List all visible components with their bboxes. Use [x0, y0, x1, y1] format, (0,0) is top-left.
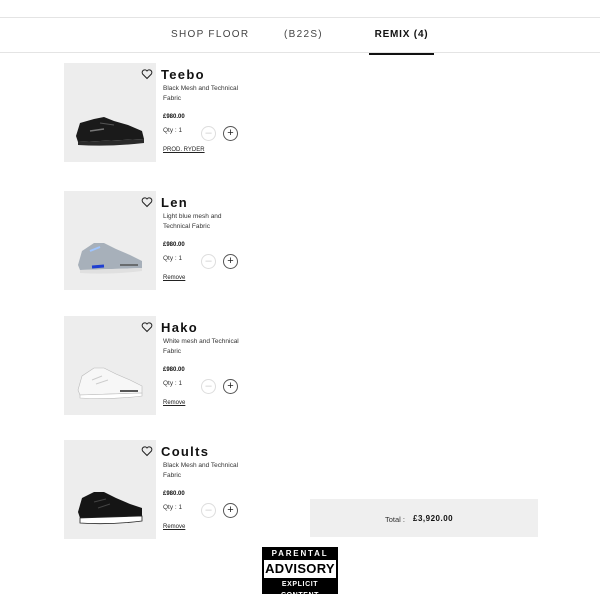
- decrease-quantity-button[interactable]: –: [201, 503, 216, 518]
- product-price: £980.00: [163, 491, 185, 497]
- product-description: Light blue mesh and Technical Fabric: [163, 213, 222, 230]
- heart-icon[interactable]: [141, 444, 153, 457]
- product-name: Len: [161, 195, 189, 210]
- producer-link[interactable]: PROD. RYDER: [163, 147, 205, 153]
- product-description: White mesh and Technical Fabric: [163, 338, 239, 355]
- product-price: £980.00: [163, 367, 185, 373]
- tab-remix[interactable]: REMIX (4): [369, 18, 434, 55]
- remove-link[interactable]: Remove: [163, 275, 185, 281]
- quantity-label: Qty : 1: [163, 380, 183, 387]
- decrease-quantity-button[interactable]: –: [201, 379, 216, 394]
- remove-link[interactable]: Remove: [163, 400, 185, 406]
- product-name: Hako: [161, 320, 198, 335]
- advisory-middle-text: ADVISORY: [264, 560, 336, 578]
- increase-quantity-button[interactable]: +: [223, 503, 238, 518]
- sneaker-image: [78, 492, 143, 525]
- increase-quantity-button[interactable]: +: [223, 379, 238, 394]
- decrease-quantity-button[interactable]: –: [201, 254, 216, 269]
- tab-shop-floor[interactable]: SHOP FLOOR: [171, 18, 249, 53]
- quantity-label: Qty : 1: [163, 255, 183, 262]
- advisory-top-text: PARENTAL: [271, 549, 329, 558]
- order-total: Total : £3,920.00: [310, 499, 538, 537]
- decrease-quantity-button[interactable]: –: [201, 126, 216, 141]
- product-name: Teebo: [161, 67, 205, 82]
- cart-item: Teebo Black Mesh and Technical Fabric £9…: [64, 63, 364, 163]
- parental-advisory-logo: PARENTAL ADVISORY EXPLICIT CONTENT: [262, 547, 338, 599]
- increase-quantity-button[interactable]: +: [223, 126, 238, 141]
- quantity-label: Qty : 1: [163, 127, 183, 134]
- product-description: Black Mesh and Technical Fabric: [163, 462, 239, 479]
- sneaker-image: [78, 243, 142, 274]
- top-navigation: SHOP FLOOR (B22S) REMIX (4): [0, 17, 600, 55]
- advisory-bottom-text: EXPLICIT CONTENT: [280, 581, 320, 599]
- sneaker-image: [77, 367, 143, 399]
- heart-icon[interactable]: [141, 195, 153, 208]
- remove-link[interactable]: Remove: [163, 524, 185, 530]
- product-name: Coults: [161, 444, 210, 459]
- cart-item: Hako White mesh and Technical Fabric £98…: [64, 316, 364, 416]
- product-price: £980.00: [163, 242, 185, 248]
- product-description: Black Mesh and Technical Fabric: [163, 85, 239, 102]
- tab-b22s[interactable]: (B22S): [284, 18, 323, 53]
- heart-icon[interactable]: [141, 320, 153, 333]
- total-value: £3,920.00: [413, 514, 454, 523]
- total-label: Total :: [385, 515, 406, 524]
- heart-icon[interactable]: [141, 67, 153, 80]
- cart-item: Len Light blue mesh and Technical Fabric…: [64, 191, 364, 291]
- quantity-label: Qty : 1: [163, 504, 183, 511]
- sneaker-image: [76, 117, 144, 146]
- product-price: £980.00: [163, 114, 185, 120]
- increase-quantity-button[interactable]: +: [223, 254, 238, 269]
